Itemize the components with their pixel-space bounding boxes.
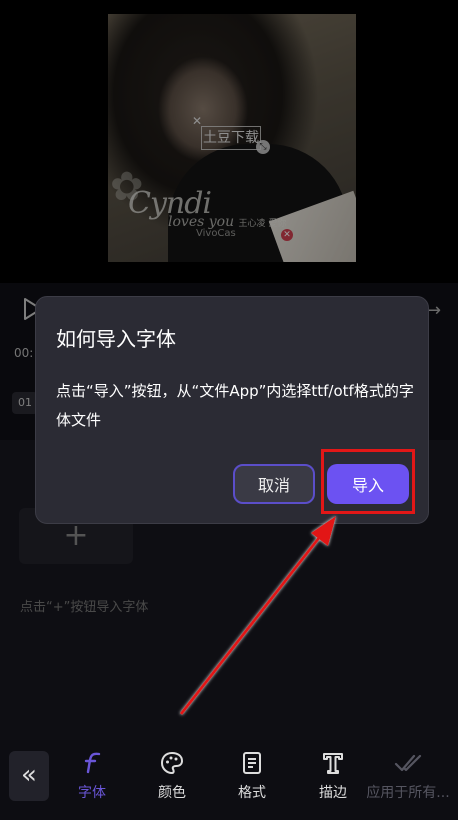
document-icon bbox=[216, 750, 288, 778]
tab-apply-all-label: 应用于所有... bbox=[366, 785, 450, 801]
collapse-double-chevron-icon[interactable]: « bbox=[9, 751, 49, 801]
tab-font[interactable]: 字体 bbox=[56, 750, 128, 802]
tab-color-label: 颜色 bbox=[158, 785, 186, 801]
font-icon bbox=[56, 750, 128, 778]
dialog-title: 如何导入字体 bbox=[56, 327, 176, 351]
tab-stroke[interactable]: 描边 bbox=[297, 750, 369, 802]
tab-format[interactable]: 格式 bbox=[216, 750, 288, 802]
dialog-message: 点击“导入”按钮，从“文件App”内选择ttf/otf格式的字体文件 bbox=[56, 382, 414, 429]
tab-format-label: 格式 bbox=[238, 785, 266, 801]
palette-icon bbox=[136, 750, 208, 778]
tab-stroke-label: 描边 bbox=[319, 785, 347, 801]
text-stroke-icon bbox=[297, 750, 369, 778]
cancel-button[interactable]: 取消 bbox=[233, 464, 315, 504]
highlight-annotation-box bbox=[321, 449, 415, 514]
tab-apply-all[interactable]: 应用于所有... bbox=[360, 750, 456, 802]
double-check-icon bbox=[360, 750, 456, 778]
tab-color[interactable]: 颜色 bbox=[136, 750, 208, 802]
tab-font-label: 字体 bbox=[78, 785, 106, 801]
